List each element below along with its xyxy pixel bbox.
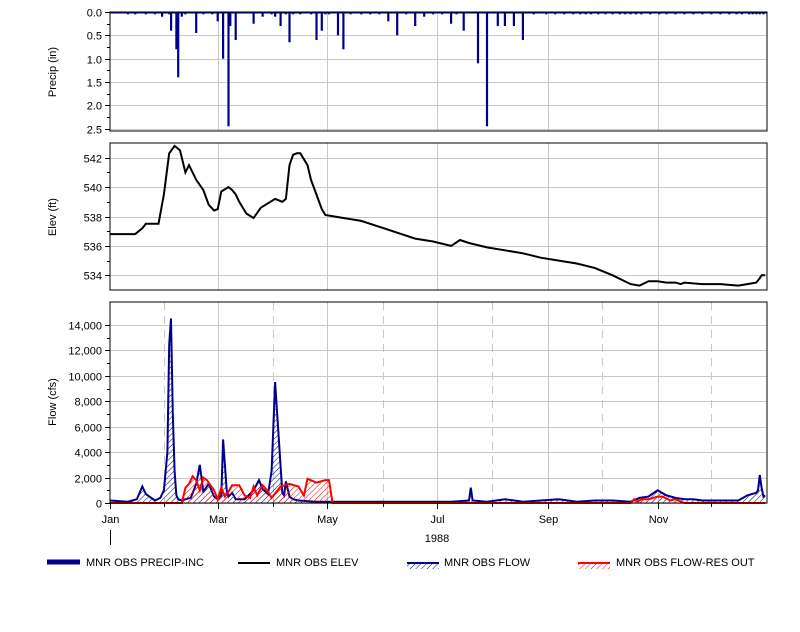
legend-item-elev: MNR OBS ELEV <box>238 557 359 569</box>
flow-x-axis: Jan Mar May Jul Sep Nov <box>102 503 712 526</box>
precip-y-axis: 0.0 0.5 1.0 1.5 2.0 2.5 <box>87 8 110 137</box>
flow-y-tick-label: 8,000 <box>74 397 102 409</box>
precip-bar <box>336 12 340 36</box>
precip-bar <box>342 12 345 50</box>
precip-y-axis-label: Precip (in) <box>47 47 59 97</box>
flow-plot-frame <box>110 302 767 503</box>
precip-bar <box>177 12 180 78</box>
precip-bar <box>195 12 198 33</box>
elev-y-tick-label: 536 <box>84 242 102 254</box>
elev-y-axis-label: Elev (ft) <box>47 198 59 236</box>
precip-bar <box>234 12 237 40</box>
flow-x-tick-label: Sep <box>539 514 559 526</box>
legend-item-res-out: MNR OBS FLOW-RES OUT <box>578 557 755 569</box>
legend: MNR OBS PRECIP-INC MNR OBS ELEV MNR OBS … <box>47 557 755 569</box>
precip-bar <box>503 12 506 26</box>
legend-item-flow: MNR OBS FLOW <box>407 557 531 569</box>
hydrograph-figure: 0.0 0.5 1.0 1.5 2.0 2.5 Precip (in) 534 536 538… <box>0 0 800 627</box>
precip-bar <box>227 12 230 127</box>
precip-bar <box>315 12 318 40</box>
flow-y-tick-label: 14,000 <box>68 321 102 333</box>
elev-y-tick-label: 534 <box>84 271 102 283</box>
elev-y-tick-label: 542 <box>84 154 102 166</box>
flow-x-tick-label: Jan <box>102 514 120 526</box>
precip-y-tick-label: 2.5 <box>87 125 102 137</box>
precip-bar <box>279 12 282 26</box>
precip-panel: 0.0 0.5 1.0 1.5 2.0 2.5 Precip (in) <box>47 8 768 137</box>
precip-bar <box>414 12 417 26</box>
precip-y-tick-label: 0.5 <box>87 31 102 43</box>
elev-y-tick-label: 540 <box>84 183 102 195</box>
legend-item-precip: MNR OBS PRECIP-INC <box>47 557 204 569</box>
flow-y-tick-label: 4,000 <box>74 448 102 460</box>
flow-x-tick-label: Jul <box>430 514 444 526</box>
legend-label-res-out: MNR OBS FLOW-RES OUT <box>616 557 755 569</box>
elev-panel: 534 536 538 540 542 Elev (ft) <box>47 142 768 291</box>
flow-y-axis: 0 2,000 4,000 6,000 8,000 10,000 12,000 14,000 <box>68 321 110 511</box>
precip-bar <box>476 12 480 64</box>
precip-bar <box>496 12 499 26</box>
precip-bar <box>320 12 323 31</box>
hydrograph-svg: 0.0 0.5 1.0 1.5 2.0 2.5 Precip (in) 534 536 538… <box>47 8 768 569</box>
precip-bar <box>521 12 524 40</box>
flow-y-tick-label: 10,000 <box>68 372 102 384</box>
precip-y-tick-label: 0.0 <box>87 8 102 20</box>
legend-label-precip: MNR OBS PRECIP-INC <box>86 557 204 569</box>
flow-y-tick-label: 0 <box>96 499 102 511</box>
legend-label-flow: MNR OBS FLOW <box>444 557 531 569</box>
flow-y-tick-label: 2,000 <box>74 474 102 486</box>
flow-panel: 02,0004,0006,0008,00010,00012,00014,000 … <box>47 301 768 545</box>
precip-bar <box>288 12 291 43</box>
elev-plot-frame <box>110 143 767 290</box>
precip-bar <box>450 12 453 24</box>
precip-bar <box>485 12 489 127</box>
precip-bar <box>229 12 232 26</box>
precip-bar <box>512 12 515 26</box>
precip-bar <box>222 12 225 59</box>
precip-y-tick-label: 1.5 <box>87 78 102 90</box>
elev-y-tick-label: 538 <box>84 213 102 225</box>
precip-bar <box>396 12 399 36</box>
legend-label-elev: MNR OBS ELEV <box>276 557 359 569</box>
elev-y-axis: 534 536 538 540 542 <box>84 154 110 283</box>
flow-y-tick-label: 12,000 <box>68 346 102 358</box>
precip-y-tick-label: 1.0 <box>87 55 102 67</box>
flow-x-tick-label: Mar <box>209 514 228 526</box>
flow-x-tick-label: May <box>317 514 338 526</box>
flow-y-axis-label: Flow (cfs) <box>47 378 59 426</box>
flow-x-tick-label: Nov <box>649 514 669 526</box>
precip-bar <box>462 12 465 31</box>
flow-y-tick-label: 6,000 <box>74 423 102 435</box>
precip-bar <box>170 12 173 31</box>
precip-plot-frame <box>110 12 767 131</box>
precip-bar <box>252 12 255 24</box>
x-axis-year-label: 1988 <box>425 533 449 545</box>
precip-y-tick-label: 2.0 <box>87 101 102 113</box>
